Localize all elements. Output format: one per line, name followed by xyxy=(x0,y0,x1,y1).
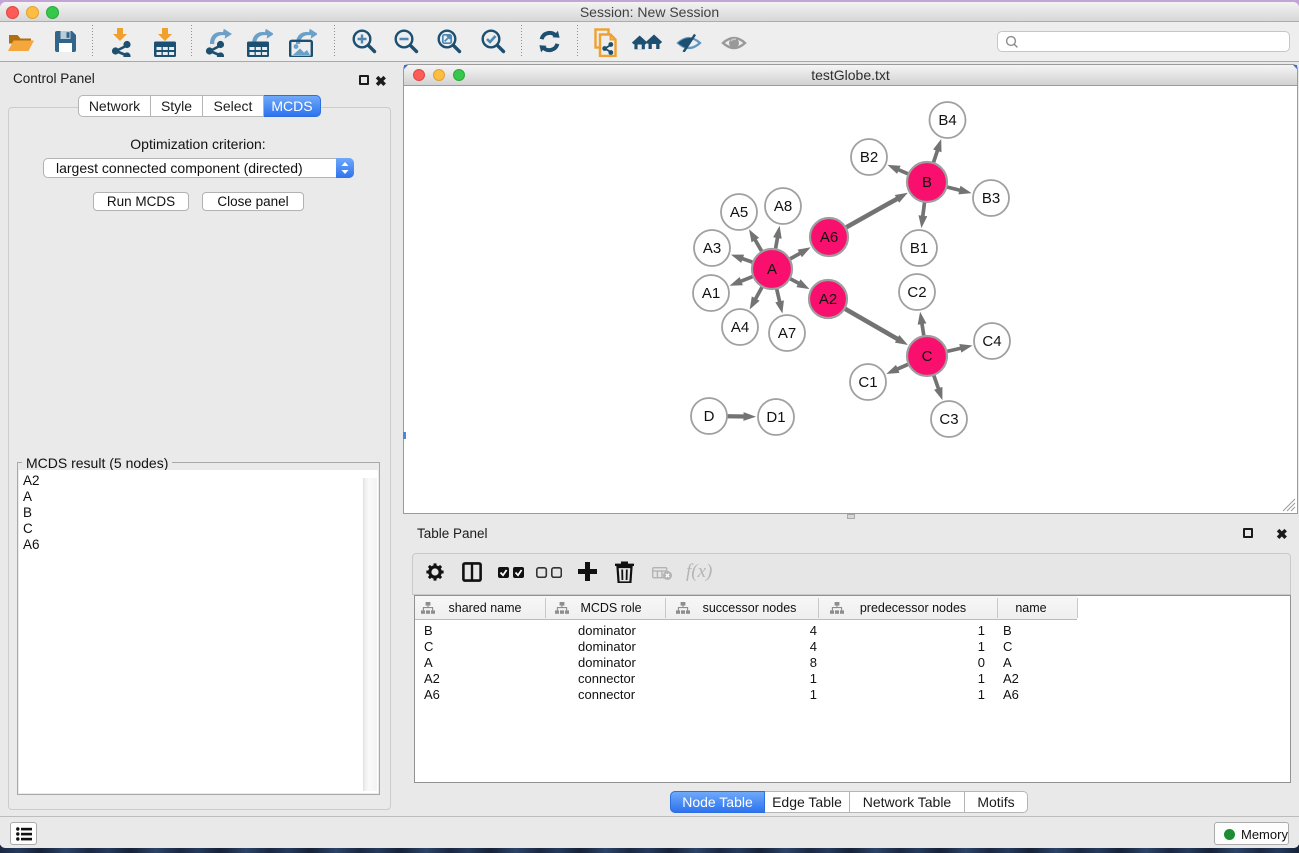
svg-text:A1: A1 xyxy=(702,285,720,302)
svg-text:A7: A7 xyxy=(778,325,796,342)
svg-text:A5: A5 xyxy=(730,204,748,221)
svg-text:D: D xyxy=(704,408,715,425)
svg-text:A3: A3 xyxy=(703,240,721,257)
svg-text:A8: A8 xyxy=(774,198,792,215)
svg-text:C: C xyxy=(922,348,933,365)
svg-text:B2: B2 xyxy=(860,149,878,166)
svg-text:C1: C1 xyxy=(858,374,877,391)
svg-text:B3: B3 xyxy=(982,190,1000,207)
svg-text:B4: B4 xyxy=(938,112,956,129)
svg-text:A2: A2 xyxy=(819,291,837,308)
svg-text:B1: B1 xyxy=(910,240,928,257)
svg-text:C3: C3 xyxy=(939,411,958,428)
svg-text:B: B xyxy=(922,174,932,191)
svg-text:C2: C2 xyxy=(907,284,926,301)
svg-text:A: A xyxy=(767,261,777,278)
svg-text:A6: A6 xyxy=(820,229,838,246)
svg-text:C4: C4 xyxy=(982,333,1001,350)
svg-text:A4: A4 xyxy=(731,319,749,336)
svg-text:D1: D1 xyxy=(766,409,785,426)
